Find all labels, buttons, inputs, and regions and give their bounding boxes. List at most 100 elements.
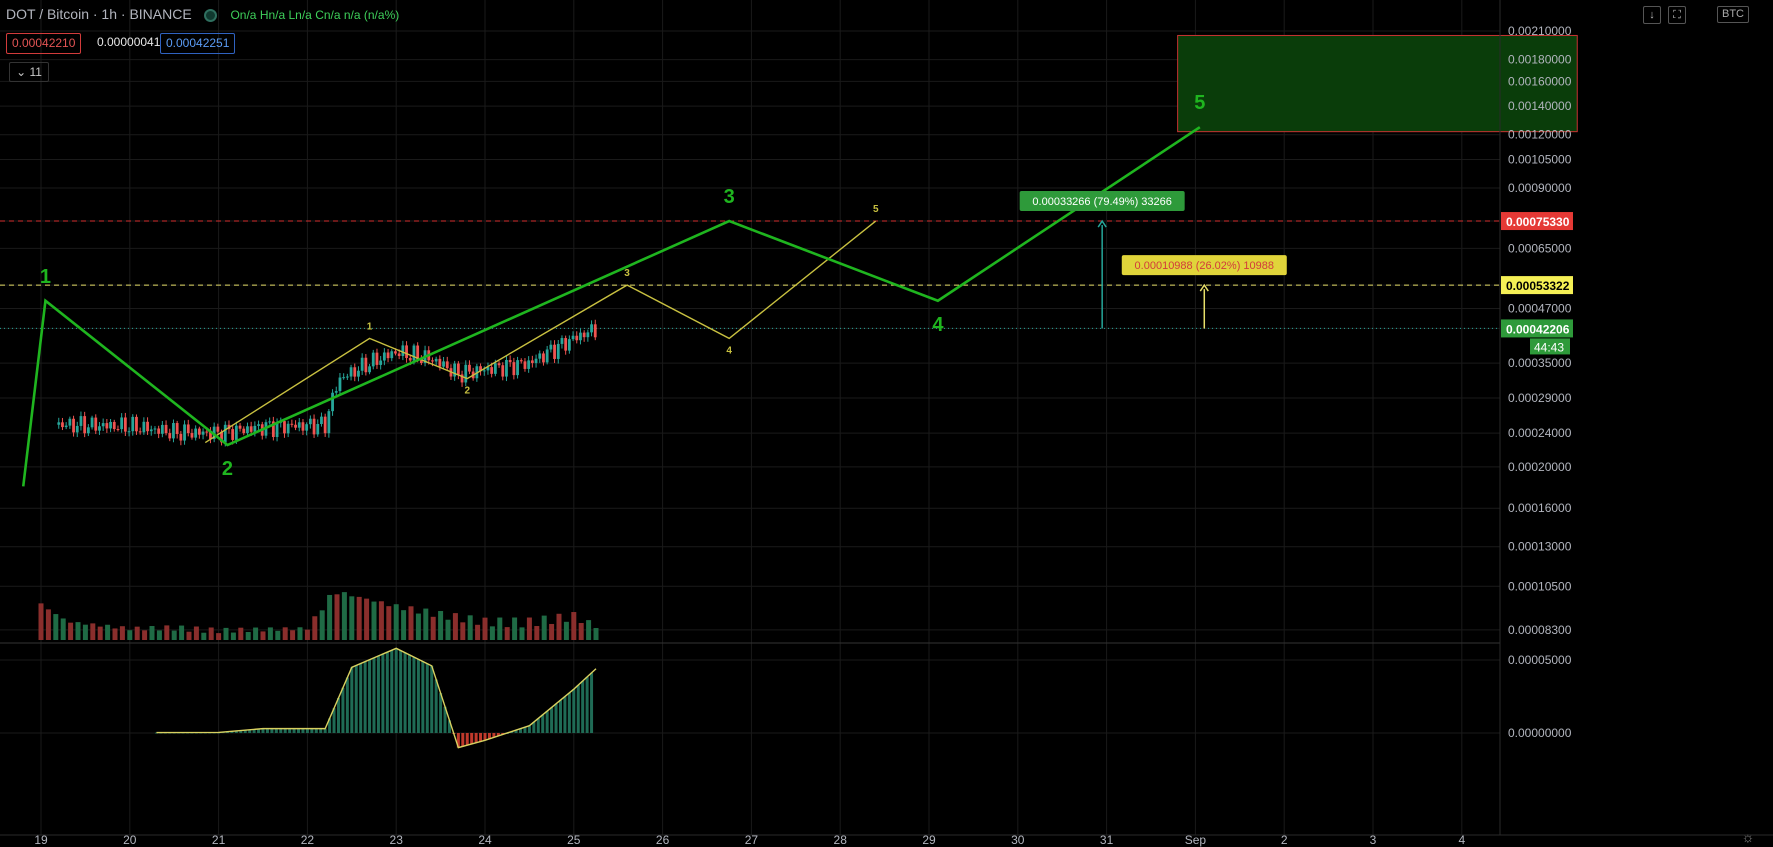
oscillator-bar xyxy=(585,676,589,733)
volume-bar xyxy=(393,604,399,640)
candle-body xyxy=(201,431,205,435)
candle-body xyxy=(190,433,194,438)
x-tick-label: 31 xyxy=(1100,833,1114,847)
oscillator-bar xyxy=(536,718,540,733)
minor-wave-label: 1 xyxy=(367,321,373,332)
candle-body xyxy=(83,416,87,434)
symbol-header: DOT / Bitcoin · 1h · BINANCE On/a Hn/a L… xyxy=(6,6,399,22)
candle-body xyxy=(516,360,519,376)
candle-body xyxy=(323,416,327,434)
x-tick-label: 29 xyxy=(922,833,936,847)
volume-bar xyxy=(445,619,451,640)
volume-bar xyxy=(541,615,547,640)
volume-bar xyxy=(578,623,584,640)
ask-price-button[interactable]: 0.00042251 xyxy=(160,33,236,54)
oscillator-bar xyxy=(430,665,434,733)
volume-bar xyxy=(415,613,421,640)
volume-bar xyxy=(105,624,111,640)
volume-bar xyxy=(512,617,518,640)
volume-bar xyxy=(282,627,288,640)
candle-body xyxy=(357,370,360,377)
y-tick-label: 0.00047000 xyxy=(1508,301,1572,315)
countdown-label: 44:43 xyxy=(1534,340,1564,354)
oscillator-bar xyxy=(465,733,469,746)
candle-body xyxy=(527,360,531,369)
candle-body xyxy=(86,427,90,434)
volume-bar xyxy=(586,620,592,640)
candle-body xyxy=(464,364,468,383)
y-tick-label: 0.00105000 xyxy=(1508,152,1572,166)
oscillator-bar xyxy=(363,661,367,733)
volume-bar xyxy=(238,627,244,640)
candle-body xyxy=(390,351,394,359)
candle-body xyxy=(549,344,553,350)
candle-body xyxy=(120,417,124,430)
candle-body xyxy=(553,344,556,359)
oscillator-bar xyxy=(590,672,594,733)
candle-body xyxy=(116,429,120,431)
candle-body xyxy=(172,423,175,439)
volume-bar xyxy=(82,624,88,640)
volume-bar xyxy=(430,616,436,640)
volume-bar xyxy=(438,611,444,640)
volume-bar xyxy=(378,601,384,640)
volume-bar xyxy=(245,631,251,640)
volume-bar xyxy=(230,632,236,640)
candle-body xyxy=(127,431,131,433)
y-tick-label: 0.00008300 xyxy=(1508,623,1572,637)
candle-body xyxy=(61,422,64,428)
candle-body xyxy=(72,418,75,433)
volume-bar xyxy=(260,631,266,640)
x-tick-label: 20 xyxy=(123,833,137,847)
candle-body xyxy=(401,345,405,356)
oscillator-bar xyxy=(359,663,363,733)
symbol-title: DOT / Bitcoin · 1h · BINANCE xyxy=(6,6,192,22)
candle-body xyxy=(64,425,68,428)
volume-bar xyxy=(201,632,207,640)
oscillator-bar xyxy=(403,652,407,733)
y-tick-label: 0.00160000 xyxy=(1508,74,1572,88)
candle-body xyxy=(253,425,257,432)
y-tick-label: 0.00010500 xyxy=(1508,579,1572,593)
volume-bar xyxy=(97,626,103,640)
candle-body xyxy=(290,423,294,425)
x-tick-label: 3 xyxy=(1370,833,1377,847)
oscillator-bar xyxy=(581,681,585,733)
candle-body xyxy=(142,421,146,433)
volume-bar xyxy=(223,627,229,640)
candle-body xyxy=(183,424,186,441)
price-axis-highlight-label: 0.00075330 xyxy=(1506,215,1570,229)
x-tick-label: 24 xyxy=(478,833,492,847)
oscillator-bar xyxy=(408,654,412,733)
candle-body xyxy=(593,324,597,338)
candle-body xyxy=(320,416,323,425)
y-tick-label: 0.00020000 xyxy=(1508,460,1572,474)
volume-bar xyxy=(482,617,488,640)
volume-bar xyxy=(275,630,281,640)
fullscreen-icon[interactable]: ⛶ xyxy=(1668,6,1686,24)
download-icon[interactable]: ↓ xyxy=(1643,6,1661,24)
candle-body xyxy=(412,345,416,361)
candle-body xyxy=(331,392,334,412)
volume-bar xyxy=(171,630,177,640)
bid-price-button[interactable]: 0.00042210 xyxy=(6,33,82,54)
candle-body xyxy=(98,426,101,431)
candle-body xyxy=(560,338,564,344)
volume-bar xyxy=(401,610,407,640)
candle-body xyxy=(394,351,397,354)
candle-body xyxy=(164,424,168,434)
candle-body xyxy=(231,429,235,440)
oscillator-bar xyxy=(394,648,398,733)
ohlc-values: On/a Hn/a Ln/a Cn/a n/a (n/a%) xyxy=(230,8,400,22)
candle-body xyxy=(523,361,527,369)
candle-body xyxy=(308,418,312,425)
candle-body xyxy=(364,357,368,373)
oscillator-bar xyxy=(350,667,354,733)
chevron-down-icon: ⌄ xyxy=(16,65,27,79)
candle-body xyxy=(530,360,534,363)
volume-bar xyxy=(142,630,148,640)
candle-body xyxy=(345,376,349,378)
indicators-toggle-button[interactable]: ⌄ 11 xyxy=(9,62,49,82)
price-chart[interactable]: 12345123450.00033266 (79.49%) 332660.000… xyxy=(0,0,1773,847)
major-wave-label: 5 xyxy=(1194,92,1205,114)
